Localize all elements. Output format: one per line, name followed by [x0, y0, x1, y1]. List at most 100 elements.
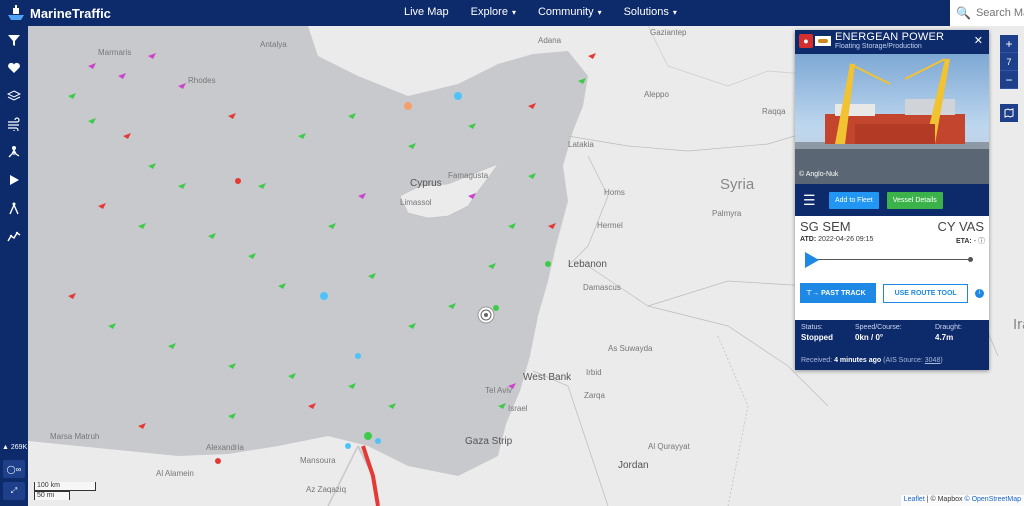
brand-logo[interactable]: MarineTraffic	[6, 4, 111, 22]
vessel-route-icon	[8, 146, 20, 158]
vessel-type-icon: ●	[799, 34, 813, 48]
status-stat: Status: Stopped	[801, 324, 833, 342]
play-icon	[10, 175, 19, 185]
info-icon[interactable]: i	[975, 288, 984, 298]
eta-label: ETA:	[955, 238, 972, 245]
voyage-times: ATD: 2022-04-26 09:15 ETA: - ⓘ	[795, 236, 989, 248]
search-box[interactable]: 🔍	[950, 0, 1024, 26]
compass-icon	[9, 202, 19, 215]
measure-button[interactable]	[0, 194, 28, 222]
place-label: Irbid	[586, 368, 602, 377]
place-label: Raqqa	[762, 107, 786, 116]
selected-vessel-marker[interactable]	[477, 306, 495, 324]
place-label: Gaziantep	[650, 28, 687, 37]
zoom-out-button[interactable]: −	[1000, 71, 1018, 89]
vessel-type: Floating Storage/Production	[835, 43, 922, 50]
place-label: Palmyra	[712, 209, 742, 218]
place-label: Zarqa	[584, 391, 605, 400]
place-label: Tel Aviv	[485, 386, 512, 395]
layers-button[interactable]	[0, 82, 28, 110]
search-icon[interactable]: 🔍	[956, 6, 971, 20]
top-navigation-bar: MarineTraffic Live Map Explore ▾ Communit…	[0, 0, 1024, 26]
nav-live-map[interactable]: Live Map	[404, 6, 449, 18]
close-icon[interactable]: ✕	[974, 34, 983, 47]
ais-source-close: )	[940, 357, 943, 364]
country-label: Iraq	[1013, 316, 1024, 333]
received-value: 4 minutes ago	[834, 357, 882, 364]
speed-value: 0kn / 0°	[855, 333, 884, 342]
favorites-button[interactable]	[0, 54, 28, 82]
leaflet-link[interactable]: Leaflet	[904, 496, 925, 503]
nav-community[interactable]: Community ▾	[538, 6, 602, 18]
vessel-toolbar: ☰ Add to Fleet Vessel Details	[795, 184, 989, 216]
vessel-name: ENERGEAN POWER	[835, 31, 945, 43]
country-label: West Bank	[523, 372, 572, 383]
main-nav: Live Map Explore ▾ Community ▾ Solutions ▾	[404, 6, 699, 18]
place-label: Al Alamein	[156, 469, 194, 478]
route-button[interactable]	[0, 138, 28, 166]
brand-name: MarineTraffic	[30, 5, 111, 21]
vessel-count-icon: ▲	[2, 444, 9, 451]
place-label: Antalya	[260, 40, 287, 49]
chevron-down-icon: ▾	[511, 7, 516, 17]
zoom-control: + 7 −	[1000, 35, 1018, 89]
vessel-stats: Status: Stopped Speed/Course: 0kn / 0° D…	[795, 320, 989, 370]
received-label: Received:	[801, 357, 833, 364]
vessel-details-button[interactable]: Vessel Details	[886, 191, 943, 209]
country-label: Jordan	[618, 460, 649, 471]
place-label: Marsa Matruh	[50, 432, 100, 441]
search-input[interactable]	[975, 7, 1024, 19]
vessel-panel-header: ● ENERGEAN POWER Floating Storage/Produc…	[795, 30, 989, 54]
progress-line	[811, 259, 971, 260]
track-icon: ⊤→	[806, 290, 820, 297]
infinity-toggle[interactable]: ◯∞	[3, 460, 25, 478]
draught-value: 4.7m	[935, 333, 954, 342]
flag-icon	[815, 36, 831, 46]
country-label: Lebanon	[568, 259, 607, 270]
nav-label: Community	[537, 6, 594, 18]
filter-button[interactable]	[0, 26, 28, 54]
menu-icon[interactable]: ☰	[803, 192, 821, 209]
nav-solutions[interactable]: Solutions ▾	[624, 6, 677, 18]
statistics-button[interactable]	[0, 222, 28, 250]
chevron-down-icon: ▾	[672, 7, 677, 17]
place-label: Hermel	[597, 221, 623, 230]
received-info: Received: 4 minutes ago (AIS Source: 304…	[801, 357, 943, 364]
info-icon[interactable]: ⓘ	[978, 238, 985, 245]
departure-port[interactable]: SG SEM	[800, 219, 851, 234]
heart-icon	[8, 62, 20, 73]
weather-button[interactable]	[0, 110, 28, 138]
draught-label: Draught:	[935, 324, 962, 331]
vessel-count: ▲ 269K	[2, 444, 27, 451]
map-layers-button[interactable]	[1000, 104, 1018, 122]
fullscreen-button[interactable]: ⤢	[3, 482, 25, 500]
place-label: Marmaris	[98, 48, 132, 57]
eta: ETA: - ⓘ	[956, 236, 985, 246]
place-label: Latakia	[568, 140, 594, 149]
voyage-progress	[795, 248, 989, 272]
vessel-photo-image	[795, 58, 989, 184]
place-label: Al Qurayyat	[648, 442, 690, 451]
wind-icon	[8, 117, 20, 131]
voyage-ports: SG SEM CY VAS	[795, 216, 989, 236]
nav-label: Live Map	[404, 6, 449, 18]
vessel-info-panel: ● ENERGEAN POWER Floating Storage/Produc…	[795, 30, 989, 370]
nav-label: Explore	[470, 6, 508, 18]
add-to-fleet-button[interactable]: Add to Fleet	[829, 191, 879, 209]
track-actions: ⊤→ PAST TRACK USE ROUTE TOOL i	[795, 272, 989, 308]
mapbox-credit[interactable]: © Mapbox	[931, 496, 963, 503]
atd-label: ATD:	[800, 236, 817, 243]
destination-port[interactable]: CY VAS	[938, 219, 984, 234]
past-track-button[interactable]: ⊤→ PAST TRACK	[800, 283, 877, 303]
layers-icon	[7, 90, 21, 101]
zoom-in-button[interactable]: +	[1000, 35, 1018, 53]
destination-dot	[968, 257, 973, 262]
route-tool-button[interactable]: USE ROUTE TOOL	[883, 283, 969, 303]
osm-link[interactable]: © OpenStreetMap	[964, 496, 1021, 503]
playback-button[interactable]	[0, 166, 28, 194]
atd: ATD: 2022-04-26 09:15	[800, 236, 873, 243]
nav-explore[interactable]: Explore ▾	[471, 6, 516, 18]
ais-source-link[interactable]: 3048	[925, 357, 941, 364]
map-icon	[1004, 108, 1014, 118]
vessel-photo[interactable]: © Anglo-Nuk	[795, 54, 989, 184]
